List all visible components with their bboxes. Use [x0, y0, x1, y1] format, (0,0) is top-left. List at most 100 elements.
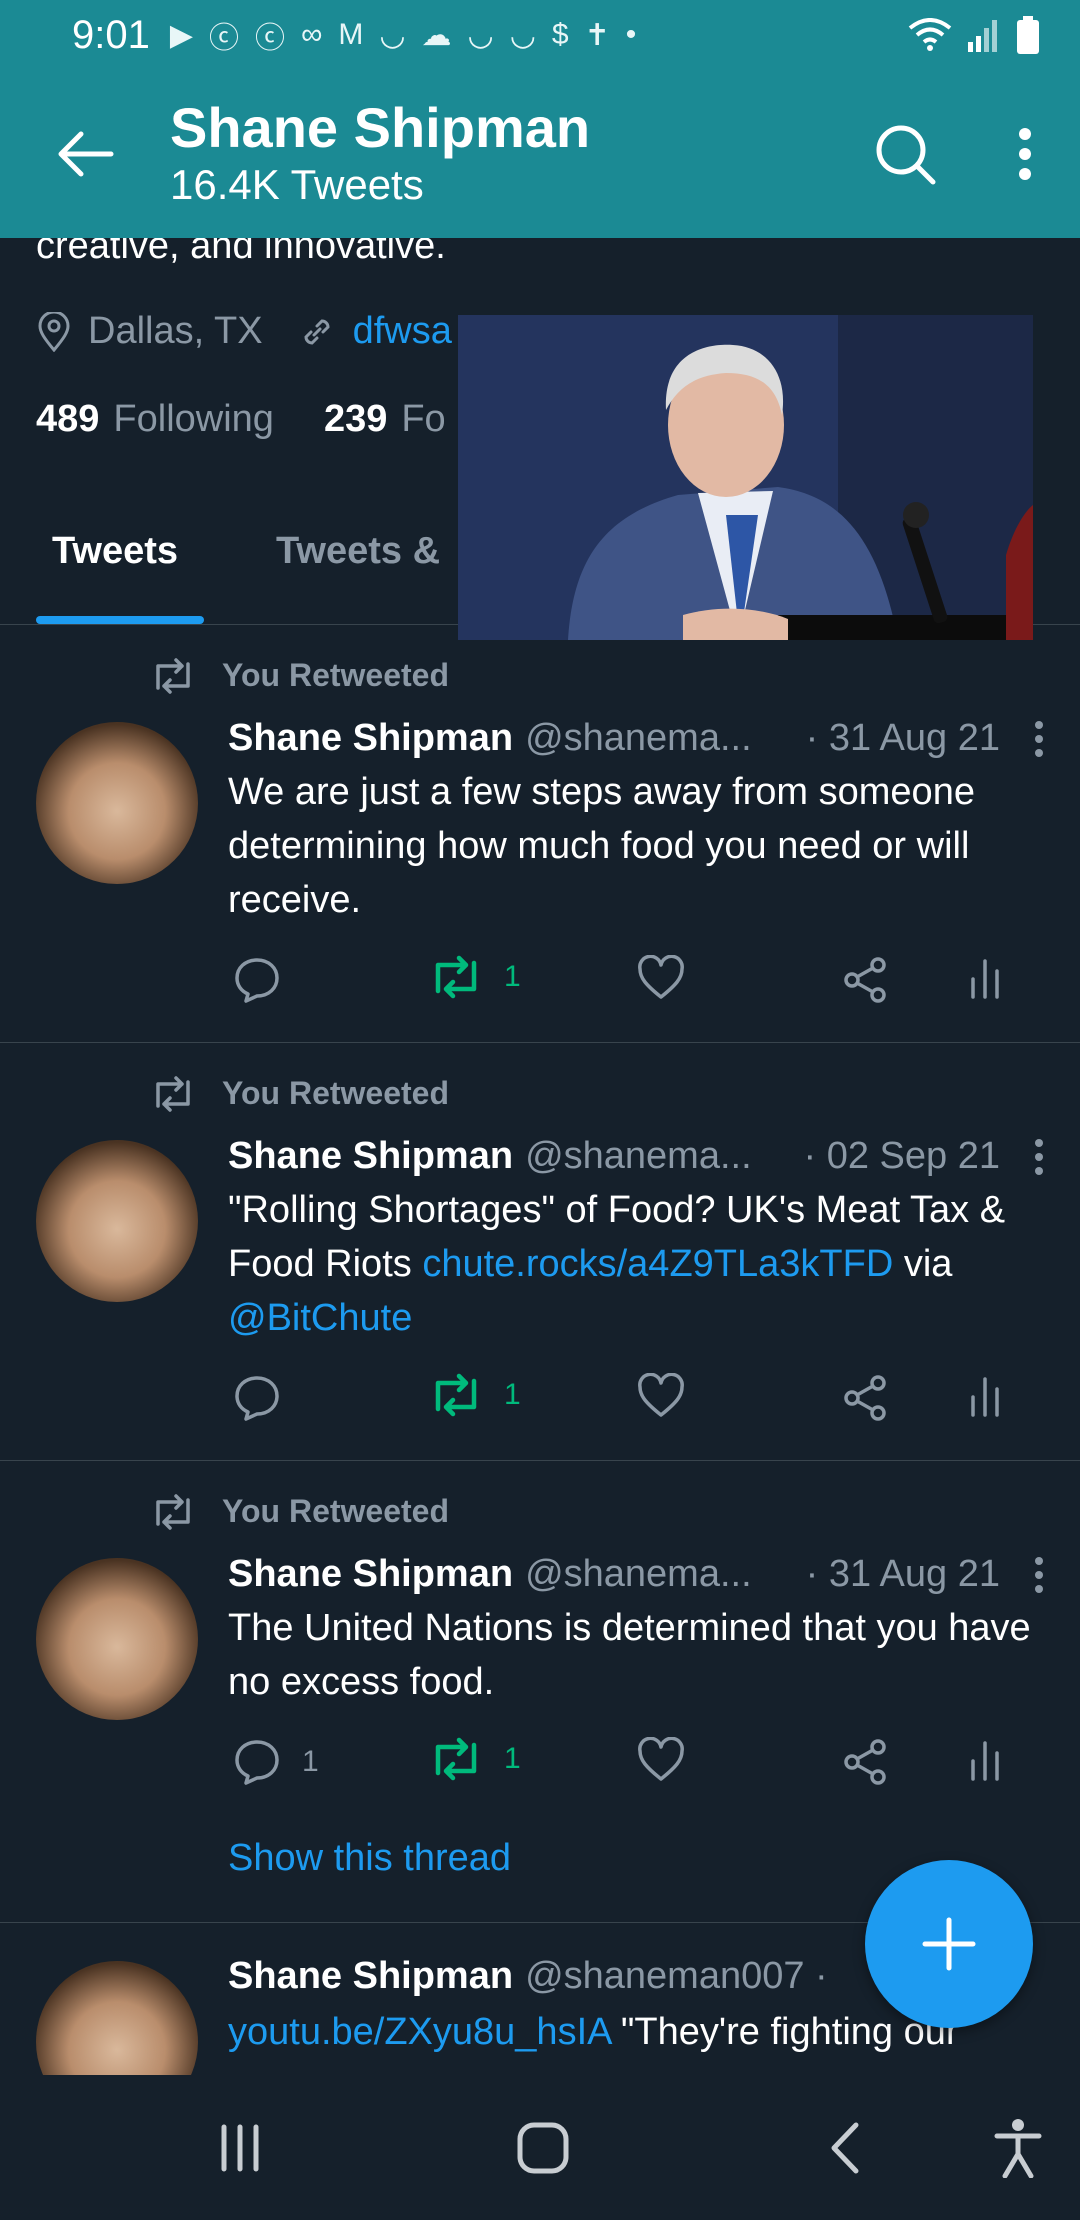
smile-icon: ◡ — [509, 18, 536, 52]
accessibility-icon: ✝ — [584, 18, 610, 52]
avatar[interactable] — [36, 1961, 198, 2075]
retweet-icon — [156, 657, 190, 694]
like-button[interactable] — [636, 955, 686, 1001]
analytics-button[interactable] — [968, 1373, 1002, 1417]
search-button[interactable] — [840, 70, 970, 238]
battery-icon — [1017, 16, 1039, 54]
analytics-button[interactable] — [968, 955, 1002, 999]
compose-tweet-button[interactable] — [865, 1860, 1033, 2028]
youtube-icon: ▶ — [169, 18, 193, 52]
tweet-date: · 02 Sep 21 — [803, 1135, 1000, 1177]
tweet-item[interactable]: You Retweeted Shane Shipman @shanema... … — [0, 1043, 1080, 1461]
recents-icon — [221, 2124, 259, 2171]
arrow-left-icon — [58, 131, 114, 177]
more-vertical-icon[interactable] — [1034, 1138, 1044, 1176]
c-icon: ⓒ — [254, 22, 285, 55]
tab-tweets[interactable]: Tweets — [52, 530, 178, 573]
retweet-label: You Retweeted — [222, 1075, 449, 1111]
back-nav-button[interactable] — [795, 2075, 895, 2220]
share-icon — [844, 1739, 886, 1785]
reply-icon — [235, 958, 279, 1003]
retweet-button[interactable]: 1 — [428, 1737, 521, 1781]
more-options-button[interactable] — [970, 70, 1080, 238]
heart-icon — [638, 1737, 684, 1781]
author-name[interactable]: Shane Shipman — [228, 1955, 513, 1998]
reply-icon — [235, 1376, 279, 1421]
show-thread-link[interactable]: Show this thread — [228, 1837, 511, 1880]
tweet-actions: 1 — [228, 955, 1044, 1015]
status-time: 9:01 — [72, 12, 150, 57]
dot-icon: • — [625, 18, 637, 51]
reply-count: 1 — [302, 1745, 319, 1778]
tweet-header: Shane Shipman @shanema... · 31 Aug 21 — [228, 1553, 1044, 1596]
reply-button[interactable] — [232, 1373, 282, 1423]
tweet-link[interactable]: chute.rocks/a4Z9TLa3kTFD — [422, 1243, 893, 1285]
retweet-count: 1 — [504, 1742, 521, 1775]
tweet-link[interactable]: youtu.be/ZXyu8u_hsIA — [228, 2011, 610, 2053]
profile-header: Shane Shipman 16.4K Tweets — [0, 70, 1080, 238]
signal-icon — [968, 20, 997, 52]
tweet-mention[interactable]: @BitChute — [228, 1297, 412, 1339]
video-frame — [458, 315, 1033, 640]
like-button[interactable] — [636, 1737, 686, 1783]
tweet-text: "Rolling Shortages" of Food? UK's Meat T… — [228, 1183, 1040, 1345]
author-name[interactable]: Shane Shipman — [228, 1553, 513, 1596]
retweet-indicator: You Retweeted — [150, 657, 449, 694]
like-button[interactable] — [636, 1373, 686, 1419]
tweet-actions: 1 1 — [228, 1737, 1044, 1797]
follow-stats: 489 Following 239 Fo — [36, 398, 446, 441]
retweet-indicator: You Retweeted — [150, 1075, 449, 1112]
author-name[interactable]: Shane Shipman — [228, 1135, 513, 1178]
author-name[interactable]: Shane Shipman — [228, 717, 513, 760]
retweet-icon — [435, 955, 477, 999]
link-icon — [304, 318, 330, 345]
smile-icon: ◡ — [467, 18, 494, 52]
avatar[interactable] — [36, 1558, 198, 1720]
share-button[interactable] — [840, 955, 890, 1005]
tweet-item[interactable]: You Retweeted Shane Shipman @shanema... … — [0, 625, 1080, 1043]
plus-icon — [922, 1917, 976, 1971]
header-title: Shane Shipman 16.4K Tweets — [124, 97, 840, 211]
tweet-text-part: "They're fighting our — [610, 2011, 959, 2053]
share-button[interactable] — [840, 1737, 890, 1787]
retweet-count: 1 — [504, 960, 521, 993]
retweet-button[interactable]: 1 — [428, 1373, 521, 1417]
avatar[interactable] — [36, 1140, 198, 1302]
tweet-actions: 1 — [228, 1373, 1044, 1433]
tweet-item[interactable]: You Retweeted Shane Shipman @shanema... … — [0, 1461, 1080, 1923]
search-icon — [876, 125, 936, 185]
analytics-button[interactable] — [968, 1737, 1002, 1781]
recents-button[interactable] — [190, 2075, 290, 2220]
accessibility-button[interactable] — [968, 2075, 1068, 2220]
home-button[interactable] — [493, 2075, 593, 2220]
following-stat[interactable]: 489 Following — [36, 398, 274, 441]
share-button[interactable] — [840, 1373, 890, 1423]
analytics-icon — [971, 1377, 999, 1417]
reply-icon — [235, 1740, 279, 1785]
more-vertical-icon[interactable] — [1034, 720, 1044, 758]
retweet-indicator: You Retweeted — [150, 1493, 449, 1530]
profile-website-link[interactable]: dfwsa — [353, 310, 452, 353]
avatar[interactable] — [36, 722, 198, 884]
more-vertical-icon — [1019, 128, 1031, 180]
profile-name: Shane Shipman — [170, 96, 591, 159]
profile-meta: Dallas, TX dfwsa — [36, 310, 452, 353]
tweet-date: · 31 Aug 21 — [805, 1553, 1000, 1595]
more-vertical-icon[interactable] — [1034, 1556, 1044, 1594]
following-count: 489 — [36, 398, 100, 440]
retweet-icon — [156, 1493, 190, 1530]
dollar-icon: $ — [551, 18, 569, 51]
cloud-icon: ☁ — [421, 18, 452, 52]
location-icon — [38, 311, 70, 352]
reply-button[interactable]: 1 — [232, 1737, 319, 1787]
followers-stat[interactable]: 239 Fo — [324, 398, 446, 441]
analytics-icon — [971, 1741, 999, 1781]
system-icons — [908, 16, 1040, 54]
heart-icon — [638, 955, 684, 999]
profile-location: Dallas, TX — [88, 310, 263, 352]
heart-icon — [638, 1373, 684, 1417]
tab-tweets-and-replies[interactable]: Tweets & — [276, 530, 440, 573]
video-overlay[interactable] — [458, 315, 1033, 640]
retweet-button[interactable]: 1 — [428, 955, 521, 999]
reply-button[interactable] — [232, 955, 282, 1005]
